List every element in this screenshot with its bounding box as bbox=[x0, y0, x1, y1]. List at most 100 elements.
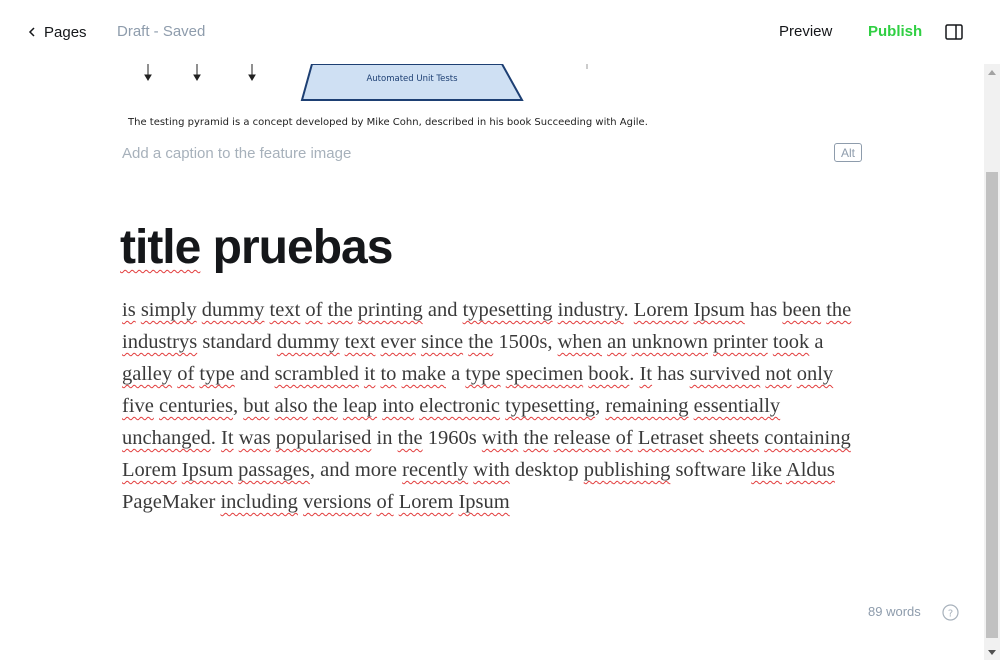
feature-image-caption-input[interactable]: Add a caption to the feature image bbox=[122, 145, 351, 162]
misspelled-word: make bbox=[401, 363, 446, 385]
body-text: PageMaker bbox=[122, 491, 221, 513]
misspelled-word: essentially bbox=[693, 395, 781, 417]
misspelled-word: specimen bbox=[505, 363, 584, 385]
body-text: has bbox=[744, 299, 783, 321]
misspelled-word: industry bbox=[557, 299, 624, 321]
scrollbar-thumb[interactable] bbox=[986, 172, 998, 638]
preview-button[interactable]: Preview bbox=[779, 23, 832, 40]
misspelled-word: ever bbox=[380, 331, 416, 353]
misspelled-word: the bbox=[468, 331, 494, 353]
body-text: standard bbox=[197, 331, 277, 353]
misspelled-word: sheets bbox=[708, 427, 760, 449]
back-to-pages-link[interactable]: Pages bbox=[28, 22, 87, 42]
word-count: 89 words bbox=[868, 604, 921, 619]
body-text: . bbox=[629, 363, 640, 385]
misspelled-word: an bbox=[607, 331, 627, 353]
chevron-left-icon bbox=[28, 22, 36, 42]
body-text: and bbox=[422, 299, 463, 321]
misspelled-word: unchanged bbox=[122, 427, 211, 449]
misspelled-word: release bbox=[553, 427, 611, 449]
misspelled-word: dummy bbox=[201, 299, 265, 321]
misspelled-word: been bbox=[782, 299, 822, 321]
misspelled-word: unknown bbox=[631, 331, 708, 353]
post-title-word: title bbox=[120, 221, 201, 274]
misspelled-word: when bbox=[557, 331, 603, 353]
misspelled-word: It bbox=[221, 427, 234, 449]
misspelled-word: but bbox=[243, 395, 270, 417]
misspelled-word: recently bbox=[402, 459, 469, 481]
misspelled-word: including bbox=[220, 491, 298, 513]
misspelled-word: to bbox=[380, 363, 397, 385]
misspelled-word: Letraset bbox=[637, 427, 704, 449]
body-text: . bbox=[210, 427, 222, 449]
misspelled-word: popularised bbox=[275, 427, 372, 449]
misspelled-word: with bbox=[481, 427, 519, 449]
misspelled-word: type bbox=[199, 363, 235, 385]
misspelled-word: printer bbox=[713, 331, 768, 353]
post-title-rest: pruebas bbox=[200, 221, 394, 274]
body-text: . bbox=[623, 299, 634, 321]
misspelled-word: Aldus bbox=[785, 459, 835, 481]
body-text: , and more bbox=[309, 459, 403, 481]
misspelled-word: was bbox=[238, 427, 271, 449]
vertical-scrollbar[interactable] bbox=[984, 64, 1000, 660]
misspelled-word: text bbox=[269, 299, 301, 321]
misspelled-word: electronic bbox=[419, 395, 501, 417]
body-text: , bbox=[233, 395, 244, 417]
misspelled-word: of bbox=[305, 299, 323, 321]
scroll-down-arrow-icon[interactable] bbox=[984, 644, 1000, 660]
misspelled-word: type bbox=[465, 363, 501, 385]
publish-button[interactable]: Publish bbox=[868, 23, 922, 40]
misspelled-word: versions bbox=[303, 491, 372, 513]
misspelled-word: the bbox=[327, 299, 353, 321]
misspelled-word: leap bbox=[342, 395, 378, 417]
misspelled-word: dummy bbox=[276, 331, 340, 353]
misspelled-word: text bbox=[344, 331, 376, 353]
help-icon[interactable]: ? bbox=[942, 604, 959, 621]
body-text: desktop bbox=[514, 459, 584, 481]
misspelled-word: survived bbox=[689, 363, 761, 385]
image-embedded-caption: The testing pyramid is a concept develop… bbox=[128, 117, 648, 128]
misspelled-word: centuries bbox=[159, 395, 233, 417]
misspelled-word: into bbox=[382, 395, 415, 417]
alt-text-button[interactable]: Alt bbox=[834, 143, 862, 162]
misspelled-word: the bbox=[312, 395, 338, 417]
post-title[interactable]: title pruebas bbox=[120, 220, 394, 275]
misspelled-word: with bbox=[473, 459, 510, 481]
misspelled-word: took bbox=[772, 331, 810, 353]
misspelled-word: Lorem bbox=[398, 491, 454, 513]
misspelled-word: publishing bbox=[583, 459, 671, 481]
misspelled-word: of bbox=[615, 427, 633, 449]
misspelled-word: galley bbox=[122, 363, 173, 385]
body-text: , bbox=[595, 395, 606, 417]
misspelled-word: the bbox=[397, 427, 423, 449]
misspelled-word: since bbox=[420, 331, 464, 353]
body-text: has bbox=[652, 363, 690, 385]
misspelled-word: passages bbox=[238, 459, 310, 481]
editor-page: Automated Unit Tests The testing pyramid… bbox=[0, 0, 1000, 660]
misspelled-word: scrambled bbox=[274, 363, 359, 385]
diagram-arrow bbox=[144, 64, 256, 81]
body-text: a bbox=[809, 331, 824, 353]
misspelled-word: typesetting bbox=[505, 395, 596, 417]
body-text: software bbox=[670, 459, 752, 481]
misspelled-word: is bbox=[122, 299, 136, 321]
sidebar-toggle-icon[interactable] bbox=[945, 24, 963, 40]
feature-image[interactable]: Automated Unit Tests bbox=[122, 63, 622, 106]
misspelled-word: also bbox=[274, 395, 308, 417]
back-label: Pages bbox=[44, 23, 87, 41]
scroll-up-arrow-icon[interactable] bbox=[984, 64, 1000, 80]
misspelled-word: of bbox=[376, 491, 394, 513]
misspelled-word: like bbox=[751, 459, 782, 481]
editor-header: Pages Draft - Saved Preview Publish bbox=[0, 0, 984, 64]
misspelled-word: remaining bbox=[605, 395, 689, 417]
svg-text:?: ? bbox=[948, 609, 953, 620]
pyramid-level-label: Automated Unit Tests bbox=[366, 74, 458, 84]
body-text: 1500s, bbox=[493, 331, 558, 353]
save-status: Draft - Saved bbox=[117, 23, 206, 40]
misspelled-word: Ipsum bbox=[458, 491, 510, 513]
misspelled-word: the bbox=[523, 427, 549, 449]
misspelled-word: of bbox=[177, 363, 195, 385]
post-body[interactable]: is simply dummy text of the printing and… bbox=[122, 294, 867, 518]
misspelled-word: five bbox=[122, 395, 154, 417]
